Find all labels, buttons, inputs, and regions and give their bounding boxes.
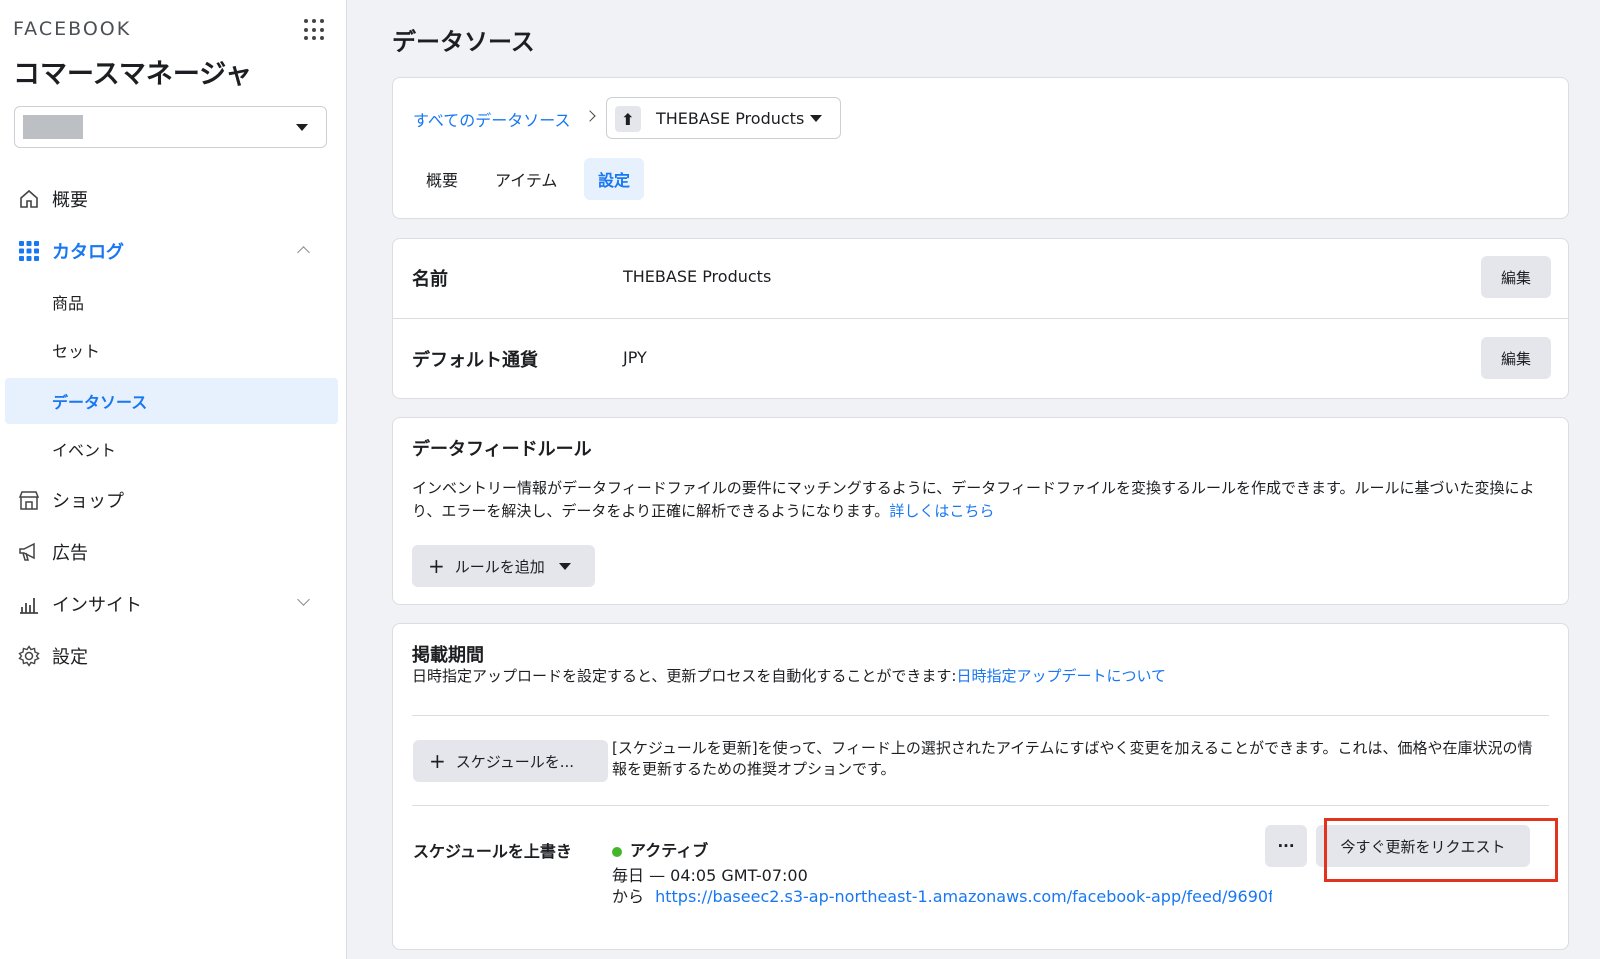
caret-down-icon bbox=[296, 124, 308, 131]
edit-name-button[interactable]: 編集 bbox=[1481, 256, 1551, 298]
sidebar-item-label: データソース bbox=[52, 393, 148, 412]
schedule-help-link[interactable]: 日時指定アップデートについて bbox=[956, 667, 1166, 685]
bar-chart-icon bbox=[17, 592, 41, 616]
megaphone-icon bbox=[17, 540, 41, 564]
currency-value: JPY bbox=[623, 348, 647, 367]
add-rule-button[interactable]: + ルールを追加 bbox=[412, 545, 595, 587]
home-icon bbox=[17, 187, 41, 211]
schedule-description: 日時指定アップロードを設定すると、更新プロセスを自動化することができます:日時指… bbox=[412, 665, 1538, 688]
chevron-right-icon bbox=[584, 110, 596, 122]
schedule-description-text: 日時指定アップロードを設定すると、更新プロセスを自動化することができます: bbox=[412, 667, 957, 685]
tab-settings[interactable]: 設定 bbox=[584, 158, 645, 200]
sidebar-item-label: 設定 bbox=[52, 647, 88, 668]
caret-down-icon bbox=[810, 115, 822, 122]
source-header-card: すべてのデータソース ⬆ THEBASE Products 概要 アイテム 設定 bbox=[392, 77, 1569, 219]
chevron-down-icon bbox=[297, 593, 310, 606]
plus-icon: + bbox=[429, 749, 446, 773]
highlight-annotation-box bbox=[1324, 818, 1558, 882]
schedule-title: 掲載期間 bbox=[412, 645, 484, 666]
sidebar-item-sets[interactable]: セット bbox=[5, 327, 338, 373]
sidebar-item-label: 概要 bbox=[52, 190, 88, 211]
schedule-card: 掲載期間 日時指定アップロードを設定すると、更新プロセスを自動化することができま… bbox=[392, 623, 1569, 950]
sidebar-item-label: 広告 bbox=[52, 543, 88, 564]
breadcrumb-all-sources-link[interactable]: すべてのデータソース bbox=[413, 107, 570, 131]
add-schedule-label: スケジュールを... bbox=[455, 752, 575, 771]
schedule-status: アクティブ bbox=[612, 837, 708, 861]
tab-items[interactable]: アイテム bbox=[481, 158, 571, 200]
page-title: データソース bbox=[392, 28, 535, 56]
currency-label: デフォルト通貨 bbox=[412, 350, 538, 371]
status-active-dot-icon bbox=[612, 846, 622, 857]
grid-icon bbox=[17, 239, 41, 263]
from-label: から bbox=[612, 887, 645, 906]
sidebar-item-shop[interactable]: ショップ bbox=[5, 477, 338, 523]
sidebar-item-label: セット bbox=[52, 342, 101, 361]
feed-rules-card: データフィードルール インベントリー情報がデータフィードファイルの要件にマッチン… bbox=[392, 417, 1569, 605]
caret-down-icon bbox=[558, 562, 571, 570]
sidebar-item-ads[interactable]: 広告 bbox=[5, 529, 338, 575]
sidebar-item-settings[interactable]: 設定 bbox=[5, 633, 338, 679]
gear-icon bbox=[17, 644, 41, 668]
data-source-selector[interactable]: ⬆ THEBASE Products bbox=[606, 97, 841, 139]
more-options-button[interactable]: ··· bbox=[1265, 825, 1307, 867]
edit-currency-button[interactable]: 編集 bbox=[1481, 337, 1551, 379]
feed-url-link[interactable]: https://baseec2.s3-ap-northeast-1.amazon… bbox=[655, 887, 1272, 906]
account-selector[interactable] bbox=[14, 106, 327, 148]
learn-more-link[interactable]: 詳しくはこちら bbox=[889, 502, 994, 520]
feed-rules-title: データフィードルール bbox=[412, 439, 592, 460]
sidebar-item-overview[interactable]: 概要 bbox=[5, 176, 338, 222]
sidebar-item-label: イベント bbox=[52, 441, 117, 460]
divider bbox=[393, 318, 1568, 319]
sidebar-item-label: ショップ bbox=[52, 491, 124, 512]
facebook-brand: FACEBOOK bbox=[13, 18, 132, 40]
app-title: コマースマネージャ bbox=[13, 59, 252, 90]
sidebar-item-label: カタログ bbox=[52, 242, 124, 263]
upload-icon: ⬆ bbox=[615, 106, 641, 132]
chevron-up-icon bbox=[297, 246, 310, 259]
name-label: 名前 bbox=[412, 269, 448, 290]
sidebar-item-data-sources[interactable]: データソース bbox=[5, 378, 338, 424]
add-schedule-button[interactable]: + スケジュールを... bbox=[413, 740, 608, 782]
shop-icon bbox=[17, 488, 41, 512]
data-source-name: THEBASE Products bbox=[656, 108, 805, 128]
sidebar-item-events[interactable]: イベント bbox=[5, 426, 338, 472]
tab-overview[interactable]: 概要 bbox=[412, 158, 472, 200]
source-properties-card: 名前 THEBASE Products 編集 デフォルト通貨 JPY 編集 bbox=[392, 238, 1569, 399]
sidebar-item-catalog[interactable]: カタログ bbox=[5, 228, 338, 274]
divider bbox=[412, 805, 1549, 806]
schedule-source: から https://baseec2.s3-ap-northeast-1.ama… bbox=[612, 883, 1272, 907]
plus-icon: + bbox=[428, 554, 445, 578]
feed-rules-description: インベントリー情報がデータフィードファイルの要件にマッチングするように、データフ… bbox=[412, 477, 1538, 523]
status-label: アクティブ bbox=[630, 841, 709, 860]
divider bbox=[412, 715, 1549, 716]
schedule-update-description: [スケジュールを更新]を使って、フィード上の選択されたアイテムにすばやく変更を加… bbox=[612, 739, 1533, 778]
sidebar-item-insights[interactable]: インサイト bbox=[5, 581, 338, 627]
account-name-redacted bbox=[23, 115, 83, 139]
sidebar: FACEBOOK コマースマネージャ 概要 カタログ 商品 セット データソース bbox=[0, 0, 347, 959]
add-rule-label: ルールを追加 bbox=[454, 557, 545, 576]
apps-grid-icon[interactable] bbox=[304, 19, 326, 41]
name-value: THEBASE Products bbox=[623, 267, 772, 286]
sidebar-item-products[interactable]: 商品 bbox=[5, 279, 338, 325]
sidebar-item-label: 商品 bbox=[52, 294, 85, 313]
override-schedule-label: スケジュールを上書き bbox=[413, 842, 572, 861]
sidebar-item-label: インサイト bbox=[52, 595, 142, 616]
